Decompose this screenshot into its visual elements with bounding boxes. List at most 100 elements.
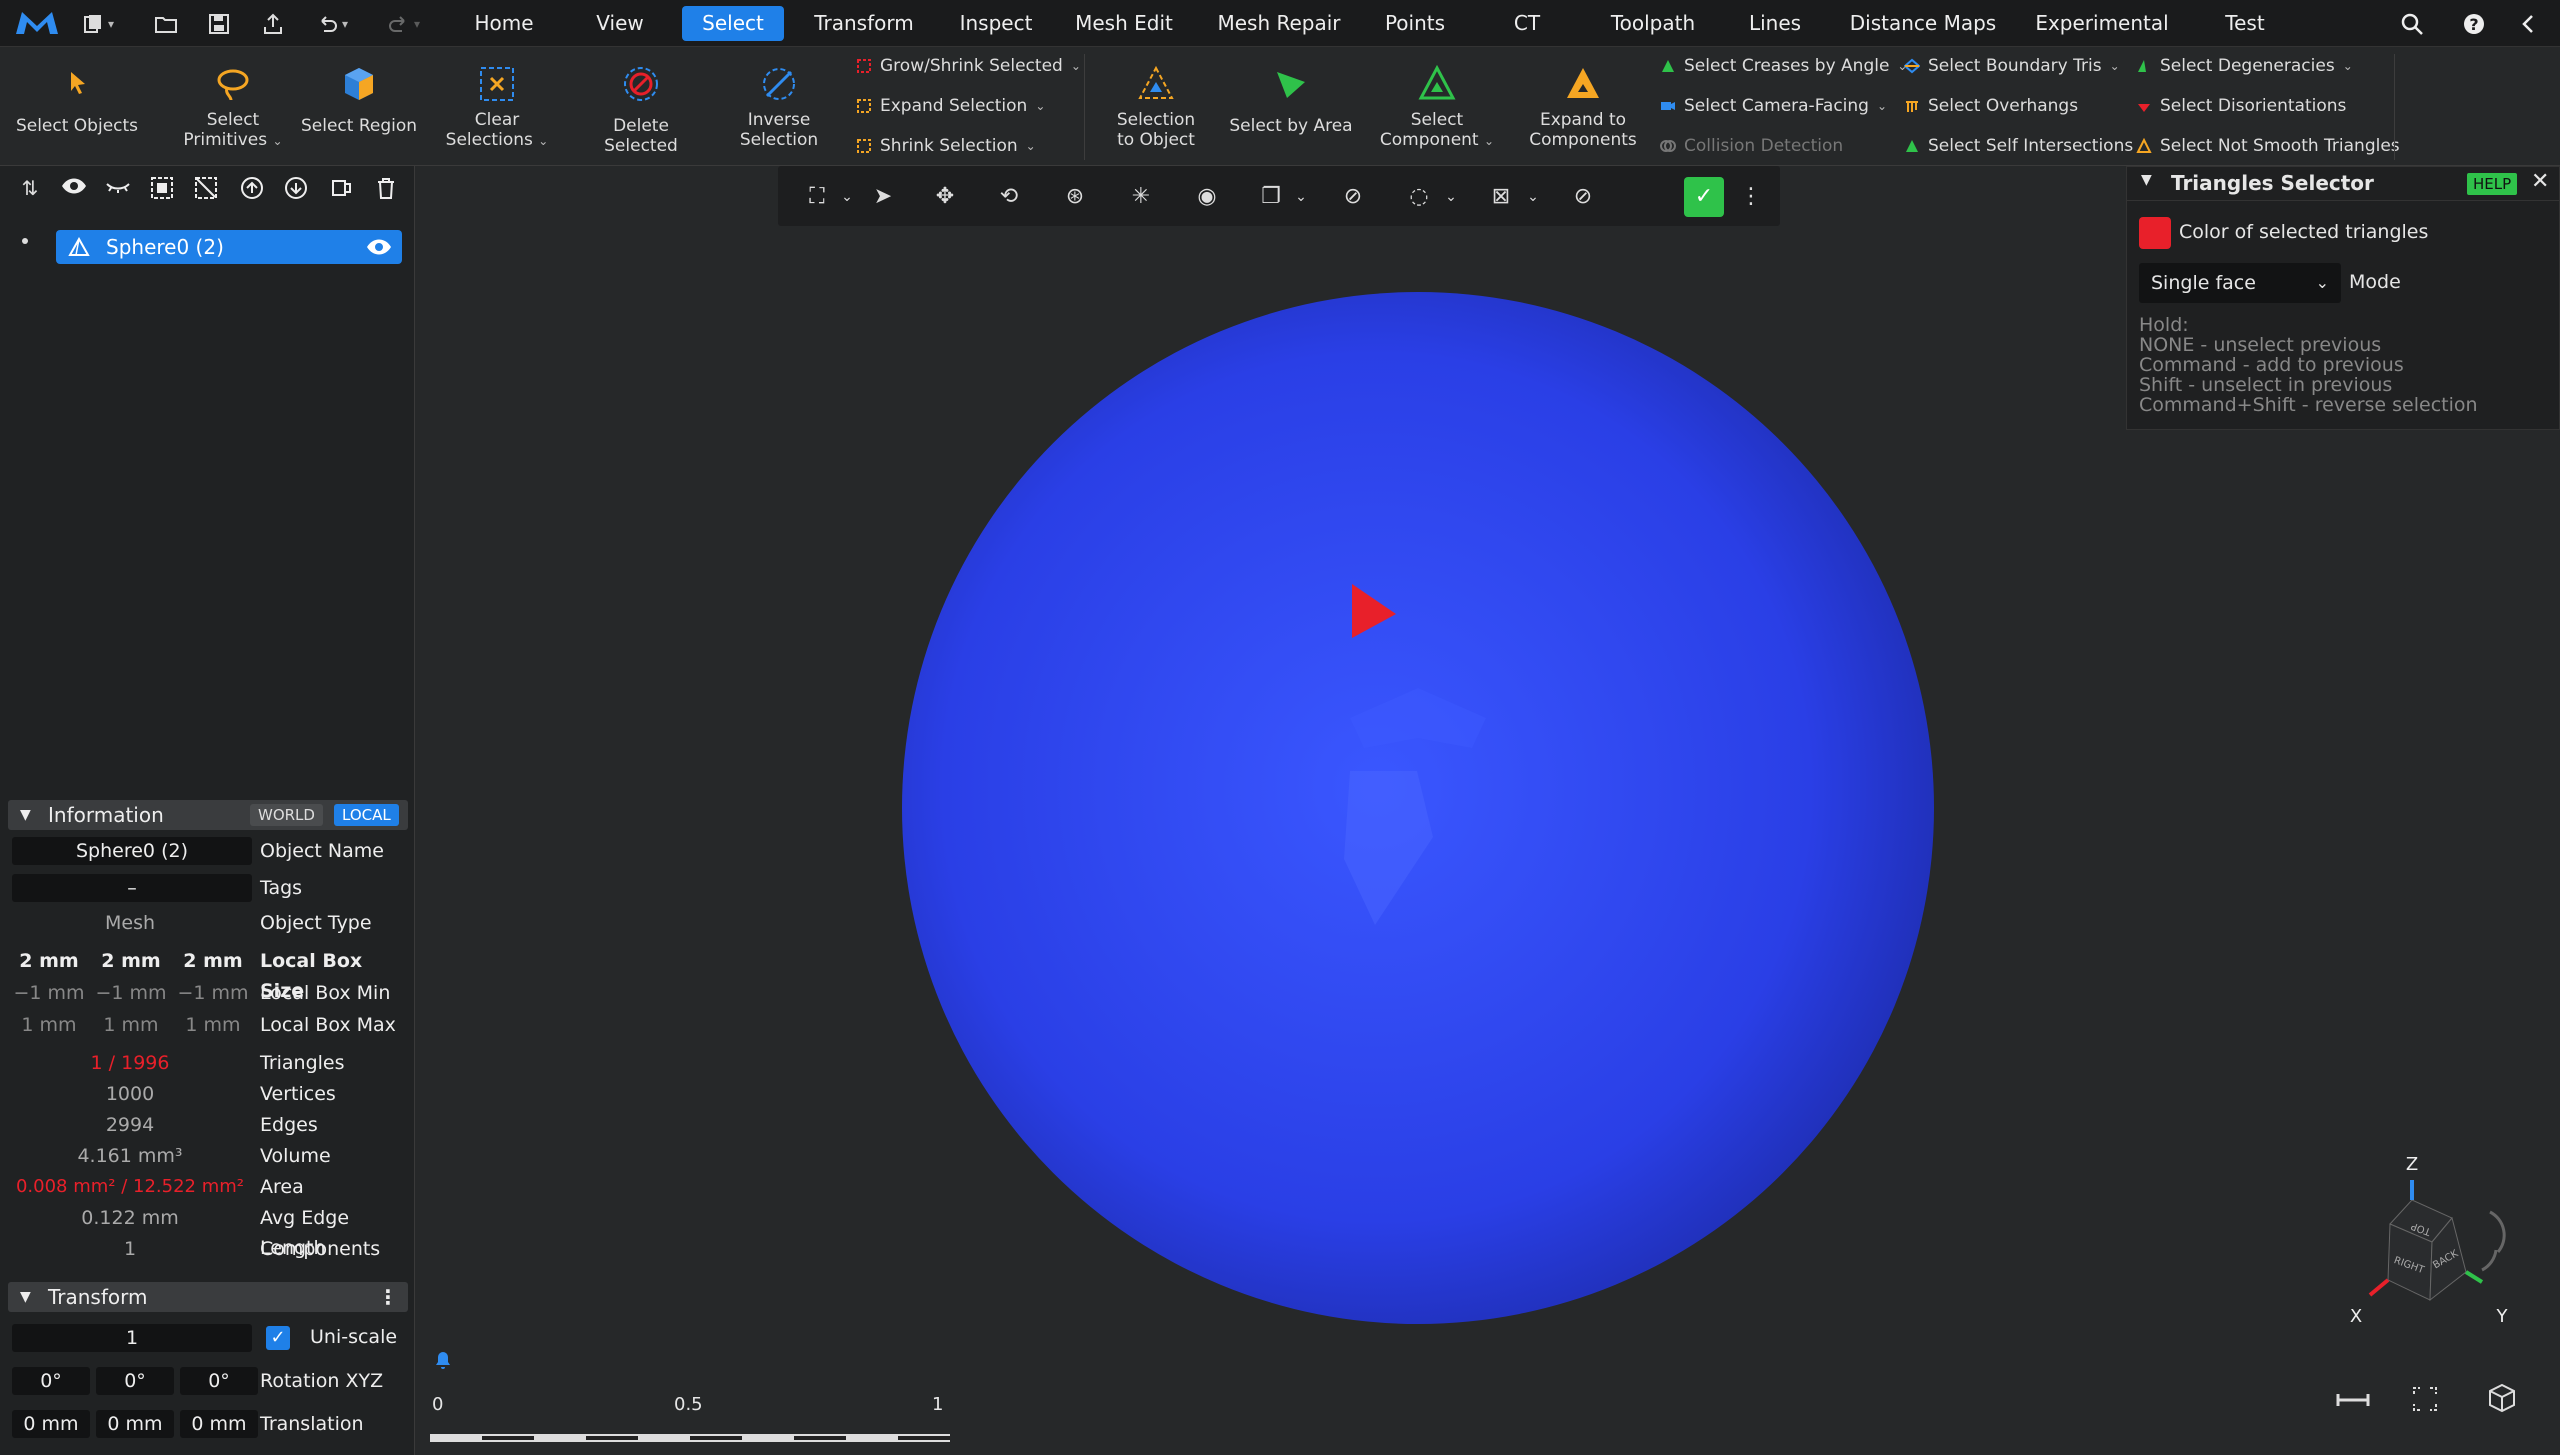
lasso-icon[interactable]: ◌ xyxy=(1402,180,1436,214)
select-not-smooth-button[interactable]: Select Not Smooth Triangles xyxy=(2136,136,2400,156)
select-camera-facing-button[interactable]: Select Camera-Facing ⌄ xyxy=(1660,96,1887,116)
select-primitives-button[interactable]: Select Primitives ⌄ xyxy=(168,64,298,151)
expand-to-components-button[interactable]: Expand to Components xyxy=(1520,64,1646,150)
no-selection-icon[interactable]: ⊘ xyxy=(1566,180,1600,214)
select-pointer-icon[interactable]: ➤ xyxy=(866,180,900,214)
chevron-down-icon[interactable]: ▼ xyxy=(2141,172,2152,188)
expand-selection-button[interactable]: Expand Selection ⌄ xyxy=(856,96,1045,116)
select-region-button[interactable]: Select Region xyxy=(294,64,424,136)
area-label: Area xyxy=(260,1176,304,1198)
select-overhangs-button[interactable]: Select Overhangs xyxy=(1904,96,2078,116)
tab-transform[interactable]: Transform xyxy=(806,6,922,41)
select-self-intersections-button[interactable]: Select Self Intersections xyxy=(1904,136,2133,156)
redo-icon[interactable]: ▾ xyxy=(388,10,420,38)
tab-mesh-edit[interactable]: Mesh Edit xyxy=(1068,6,1180,41)
search-icon[interactable] xyxy=(2400,10,2424,38)
view-cube[interactable]: TOP RIGHT BACK Z X Y xyxy=(2300,1150,2540,1330)
select-primitives-label-1: Select xyxy=(206,110,260,130)
eye-icon[interactable] xyxy=(60,176,88,204)
select-degeneracies-button[interactable]: Select Degeneracies ⌄ xyxy=(2136,56,2353,76)
move-down-icon[interactable] xyxy=(282,176,310,204)
split-view-icon[interactable] xyxy=(328,176,356,204)
collision-detection-button[interactable]: Collision Detection xyxy=(1660,136,1843,156)
close-icon[interactable]: ✕ xyxy=(2531,169,2549,194)
export-icon[interactable] xyxy=(262,10,284,38)
shrink-selection-button[interactable]: Shrink Selection ⌄ xyxy=(856,136,1036,156)
chevron-down-icon[interactable]: ⌄ xyxy=(830,180,864,214)
open-folder-icon[interactable] xyxy=(154,10,178,38)
clipping-plane-icon[interactable]: ⊘ xyxy=(1336,180,1370,214)
tab-select[interactable]: Select xyxy=(682,6,784,41)
tab-inspect[interactable]: Inspect xyxy=(946,6,1046,41)
selected-triangle[interactable] xyxy=(1348,582,1400,640)
hide-icon[interactable] xyxy=(104,176,132,204)
chevron-down-icon[interactable]: ⌄ xyxy=(1516,180,1550,214)
tree-item-sphere[interactable]: Sphere0 (2) xyxy=(56,230,402,264)
tab-view[interactable]: View xyxy=(584,6,656,41)
mode-dropdown[interactable]: Single face ⌄ xyxy=(2139,263,2341,303)
orthographic-cube-icon[interactable] xyxy=(2486,1382,2518,1414)
grow-shrink-selected-button[interactable]: Grow/Shrink Selected ⌄ xyxy=(856,56,1081,76)
tab-experimental[interactable]: Experimental xyxy=(2030,6,2174,41)
more-icon[interactable]: ⋮ xyxy=(378,1282,398,1312)
sort-icon[interactable]: ⇅ xyxy=(16,176,44,204)
move-icon[interactable]: ✥ xyxy=(928,180,962,214)
more-options-icon[interactable]: ⋮ xyxy=(1734,180,1768,214)
information-header[interactable]: ▼ Information WORLD LOCAL xyxy=(8,800,408,830)
panel-header[interactable]: ▼ Triangles Selector HELP ✕ xyxy=(2127,167,2559,201)
clear-selection-icon xyxy=(480,67,514,101)
select-by-area-button[interactable]: Select by Area xyxy=(1226,64,1356,136)
transform-gizmo-icon[interactable]: ✳ xyxy=(1124,180,1158,214)
rotate-object-icon[interactable]: ⟲ xyxy=(992,180,1026,214)
world-toggle[interactable]: WORLD xyxy=(250,804,323,826)
select-by-area-label: Select by Area xyxy=(1229,116,1353,136)
box-select-icon[interactable]: ⊠ xyxy=(1484,180,1518,214)
transform-header[interactable]: ▼ Transform ⋮ xyxy=(8,1282,408,1312)
tab-toolpath[interactable]: Toolpath xyxy=(1600,6,1706,41)
chevron-down-icon[interactable]: ⌄ xyxy=(1434,180,1468,214)
fit-selection-icon[interactable] xyxy=(2410,1384,2440,1414)
select-disorientations-button[interactable]: Select Disorientations xyxy=(2136,96,2346,116)
tab-test[interactable]: Test xyxy=(2214,6,2276,41)
new-file-icon[interactable]: ▾ xyxy=(82,10,114,38)
tab-distance-maps[interactable]: Distance Maps xyxy=(1846,6,2000,41)
local-toggle[interactable]: LOCAL xyxy=(334,804,399,826)
color-swatch[interactable] xyxy=(2139,217,2171,249)
chevron-down-icon: ▼ xyxy=(20,1289,31,1305)
help-badge[interactable]: HELP xyxy=(2467,173,2518,195)
delete-selected-button[interactable]: Delete Selected xyxy=(576,64,706,156)
tab-ct[interactable]: CT xyxy=(1502,6,1552,41)
collision-icon xyxy=(1660,140,1676,152)
inverse-selection-button[interactable]: Inverse Selection xyxy=(714,64,844,150)
undo-icon[interactable]: ▾ xyxy=(316,10,348,38)
select-all-icon[interactable] xyxy=(148,176,176,204)
help-icon[interactable]: ? xyxy=(2462,10,2486,38)
tab-home[interactable]: Home xyxy=(466,6,542,41)
selection-to-object-button[interactable]: Selection to Object xyxy=(1096,64,1216,150)
collapse-icon[interactable] xyxy=(2518,10,2538,38)
measure-icon[interactable] xyxy=(2336,1390,2370,1410)
clear-selections-label-2: Selections xyxy=(445,130,533,150)
app-logo[interactable] xyxy=(14,8,60,38)
fit-view-icon[interactable]: ⛶ xyxy=(800,180,834,214)
confirm-icon[interactable]: ✓ xyxy=(1684,177,1724,217)
clear-selections-button[interactable]: Clear Selections ⌄ xyxy=(432,64,562,151)
trash-icon[interactable] xyxy=(372,176,400,204)
chevron-down-icon[interactable]: ⌄ xyxy=(1284,180,1318,214)
inverse-selection-label-2: Selection xyxy=(739,130,819,150)
tab-lines[interactable]: Lines xyxy=(1740,6,1810,41)
deselect-icon[interactable] xyxy=(192,176,220,204)
select-creases-button[interactable]: Select Creases by Angle ⌄ xyxy=(1660,56,1907,76)
move-up-icon[interactable] xyxy=(238,176,266,204)
visibility-eye-icon[interactable] xyxy=(366,238,392,256)
copy-icon[interactable]: ❐ xyxy=(1254,180,1288,214)
notification-bell-icon[interactable] xyxy=(432,1348,454,1372)
viewpoint-icon[interactable]: ⊛ xyxy=(1058,180,1092,214)
tab-mesh-repair[interactable]: Mesh Repair xyxy=(1204,6,1354,41)
select-boundary-tris-button[interactable]: Select Boundary Tris ⌄ xyxy=(1904,56,2120,76)
save-icon[interactable] xyxy=(208,10,230,38)
select-component-button[interactable]: Select Component ⌄ xyxy=(1374,64,1500,151)
tab-points[interactable]: Points xyxy=(1374,6,1456,41)
shapes-icon[interactable]: ◉ xyxy=(1190,180,1224,214)
select-objects-button[interactable]: Select Objects xyxy=(12,64,142,136)
